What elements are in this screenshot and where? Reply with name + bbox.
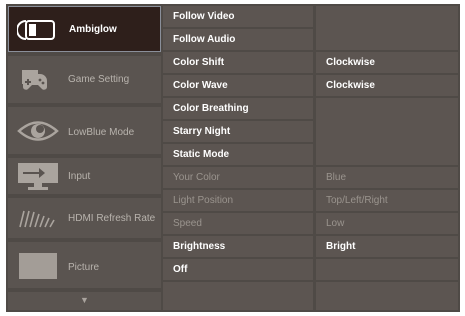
menu-item-label: Ambiglow <box>69 24 117 35</box>
menu-item-picture[interactable]: Picture <box>8 242 161 288</box>
gamepad-icon <box>22 70 47 90</box>
value-your-color: Blue <box>316 167 458 188</box>
value-brightness[interactable]: Bright <box>316 236 458 257</box>
refresh-rate-icon <box>19 210 55 228</box>
ambiglow-icon <box>17 20 55 40</box>
option-your-color: Your Color <box>163 167 313 188</box>
menu-item-input[interactable]: Input <box>8 158 161 194</box>
option-speed: Speed <box>163 213 313 234</box>
option-off[interactable]: Off <box>163 259 313 280</box>
option-color-breathing[interactable]: Color Breathing <box>163 98 313 119</box>
value-speed: Low <box>316 213 458 234</box>
menu-item-label: HDMI Refresh Rate <box>68 213 156 224</box>
eye-icon <box>17 121 59 141</box>
picture-icon <box>19 253 57 279</box>
main-menu: Ambiglow Game Setting LowBlue Mode Input… <box>8 6 161 310</box>
input-icon <box>18 163 58 190</box>
ambiglow-submenu: Follow Video Follow Audio Color Shift Co… <box>163 6 313 310</box>
values-spacer <box>316 282 458 310</box>
menu-item-ambiglow[interactable]: Ambiglow <box>8 6 161 52</box>
menu-item-lowblue-mode[interactable]: LowBlue Mode <box>8 107 161 154</box>
option-static-mode[interactable]: Static Mode <box>163 144 313 165</box>
menu-item-hdmi-refresh-rate[interactable]: HDMI Refresh Rate <box>8 198 161 238</box>
chevron-down-icon[interactable]: ▼ <box>8 295 161 305</box>
value-cell-empty <box>316 6 458 50</box>
value-color-wave[interactable]: Clockwise <box>316 75 458 96</box>
option-brightness[interactable]: Brightness <box>163 236 313 257</box>
option-starry-night[interactable]: Starry Night <box>163 121 313 142</box>
option-follow-audio[interactable]: Follow Audio <box>163 29 313 50</box>
submenu-spacer <box>163 282 313 310</box>
osd-menu: Ambiglow Game Setting LowBlue Mode Input… <box>6 4 460 312</box>
menu-item-label: LowBlue Mode <box>68 127 135 138</box>
option-values: Clockwise Clockwise Blue Top/Left/Right … <box>316 6 458 310</box>
value-cell-empty <box>316 259 458 280</box>
value-color-shift[interactable]: Clockwise <box>316 52 458 73</box>
value-cell-empty <box>316 98 458 165</box>
menu-item-label: Input <box>68 171 91 182</box>
option-light-position: Light Position <box>163 190 313 211</box>
menu-item-label: Picture <box>68 262 100 273</box>
menu-item-label: Game Setting <box>68 74 130 85</box>
scroll-down-area[interactable]: ▼ <box>8 292 161 310</box>
value-light-position: Top/Left/Right <box>316 190 458 211</box>
option-follow-video[interactable]: Follow Video <box>163 6 313 27</box>
option-color-wave[interactable]: Color Wave <box>163 75 313 96</box>
option-color-shift[interactable]: Color Shift <box>163 52 313 73</box>
menu-item-game-setting[interactable]: Game Setting <box>8 56 161 103</box>
